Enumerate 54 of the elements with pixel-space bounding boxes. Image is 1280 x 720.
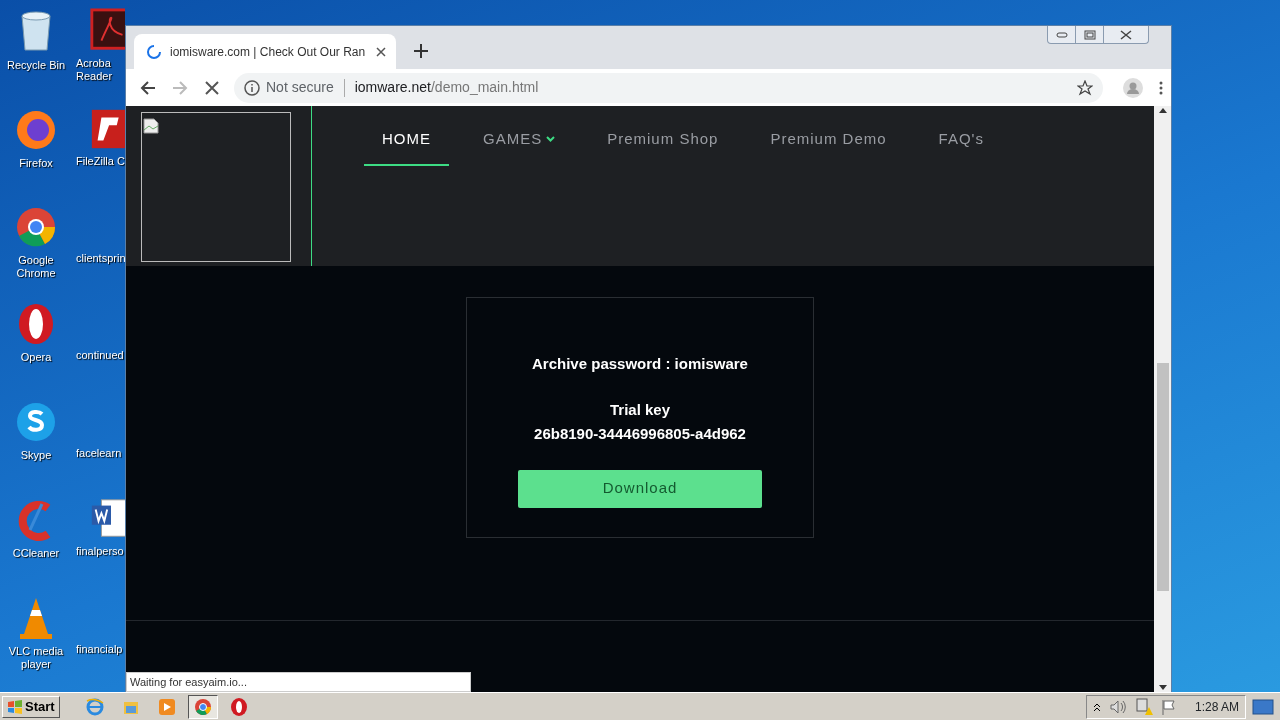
- new-tab-icon[interactable]: [414, 44, 428, 58]
- icon-label[interactable]: FileZilla C: [76, 155, 125, 168]
- star-icon[interactable]: [1077, 79, 1093, 96]
- chevron-icon[interactable]: [1092, 701, 1101, 712]
- back-arrow-icon[interactable]: [140, 79, 156, 96]
- flag-icon[interactable]: [1160, 698, 1177, 715]
- trial-key-text: 26b8190-34446996805-a4d962: [534, 424, 746, 444]
- browser-tab[interactable]: iomisware.com | Check Out Our Ran: [134, 34, 396, 69]
- icon-label[interactable]: Firefox: [19, 157, 53, 170]
- nav-link[interactable]: HOME: [364, 106, 449, 166]
- broken-image-icon: [143, 117, 159, 134]
- start-button[interactable]: Start: [2, 695, 60, 718]
- nav-link[interactable]: FAQ's: [920, 106, 1002, 166]
- stop-icon[interactable]: [204, 79, 220, 96]
- status-text: Waiting for easyaim.io...: [126, 671, 471, 692]
- taskbar-button[interactable]: [187, 694, 218, 719]
- nav-link[interactable]: Premium Shop: [589, 106, 737, 166]
- clock-text[interactable]: 1:28 AM: [1194, 697, 1239, 716]
- nav-link[interactable]: GAMES: [465, 106, 574, 166]
- speaker-icon[interactable]: [1108, 698, 1127, 715]
- scrollbar[interactable]: [1154, 106, 1171, 692]
- icon-label[interactable]: continued: [76, 349, 124, 362]
- scroll-up-icon[interactable]: [1158, 108, 1167, 113]
- icon-label[interactable]: Acroba Reader: [76, 57, 124, 83]
- icon-label[interactable]: finalperso: [76, 545, 124, 558]
- security-label: Not secure: [266, 78, 334, 97]
- icon-label[interactable]: financialp: [76, 643, 123, 656]
- media-player-icon[interactable]: [156, 696, 177, 717]
- nav-link[interactable]: Premium Demo: [752, 106, 905, 166]
- key-label: Trial key: [609, 399, 670, 420]
- icon-label[interactable]: CCleaner: [12, 547, 60, 560]
- icon-label[interactable]: clientsprin: [76, 252, 125, 265]
- icon-label[interactable]: facelearn: [76, 447, 122, 460]
- password-text: Archive password : iomisware: [532, 354, 748, 374]
- icon-label[interactable]: Recycle Bin: [6, 59, 66, 72]
- address-bar[interactable]: Not secure iomware.net/demo_main.html: [234, 72, 1103, 103]
- icon-label[interactable]: Opera: [20, 351, 52, 364]
- url-text: iomware.net/demo_main.html: [354, 78, 539, 97]
- windows-logo-icon[interactable]: [7, 699, 23, 714]
- close-icon[interactable]: [376, 46, 386, 57]
- icon-label[interactable]: Google Chrome: [4, 254, 68, 280]
- icon-label[interactable]: VLC media player: [4, 645, 68, 671]
- browser-icon[interactable]: [192, 696, 213, 717]
- show-desktop-icon[interactable]: [1252, 698, 1274, 715]
- info-icon[interactable]: [244, 79, 260, 96]
- download-button[interactable]: Download: [518, 469, 762, 508]
- profile-icon[interactable]: [1123, 77, 1143, 98]
- browser-icon[interactable]: [228, 696, 249, 717]
- scroll-down-icon[interactable]: [1158, 685, 1167, 690]
- menu-icon[interactable]: [1159, 80, 1163, 95]
- restore-icon[interactable]: [1083, 29, 1096, 40]
- close-icon[interactable]: [1120, 29, 1132, 40]
- icon-label[interactable]: Skype: [20, 449, 52, 462]
- minimize-icon[interactable]: [1055, 31, 1068, 38]
